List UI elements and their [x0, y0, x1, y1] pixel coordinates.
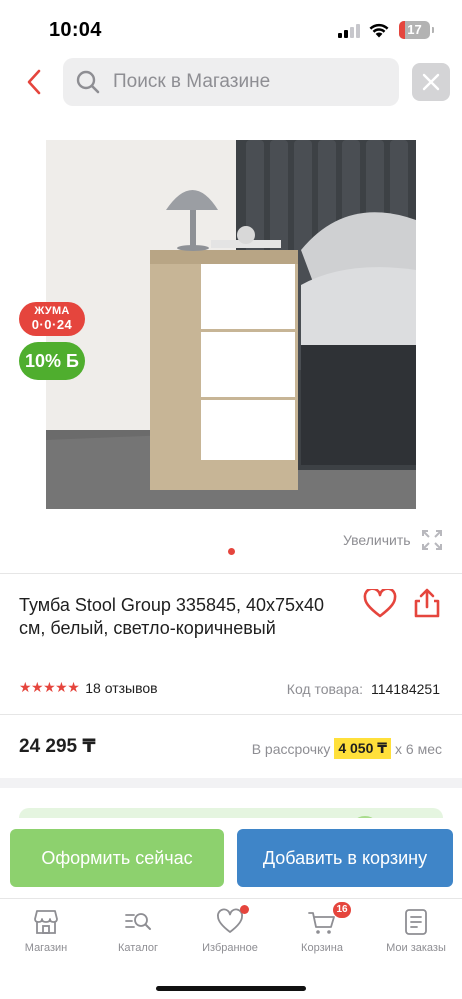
promo-badge: ЖУМА 0·0·24: [19, 302, 85, 336]
battery-cap: [432, 27, 434, 33]
rating[interactable]: ★★★★★ 18 отзывов: [19, 679, 158, 696]
search-input[interactable]: [113, 71, 383, 93]
tab-store[interactable]: Магазин: [0, 907, 92, 954]
installment-prefix: В рассрочку: [251, 740, 331, 757]
favorites-dot: [240, 905, 249, 914]
installment-info[interactable]: В рассрочку 4 050 ₸ х 6 мес: [252, 738, 442, 759]
clear-search-button[interactable]: [412, 63, 450, 101]
tab-favorites[interactable]: Избранное: [184, 905, 276, 954]
tab-cart-label: Корзина: [301, 942, 343, 954]
product-photo: [46, 140, 416, 509]
bonus-badge: 10% Б: [19, 342, 85, 380]
chevron-left-icon: [27, 69, 41, 95]
tab-cart[interactable]: 16 Корзина: [276, 902, 368, 954]
section-divider: [0, 778, 462, 788]
search-icon: [76, 70, 100, 94]
buy-now-button[interactable]: Оформить сейчас: [10, 829, 224, 887]
search-bar[interactable]: [63, 58, 399, 106]
battery-level: 17: [407, 22, 422, 37]
divider: [0, 573, 462, 574]
favorite-heart-icon[interactable]: [363, 589, 397, 619]
promo-badge-title: ЖУМА: [34, 305, 70, 317]
product-price: 24 295 ₸: [19, 736, 96, 757]
orders-icon: [405, 909, 427, 935]
tab-catalog[interactable]: Каталог: [92, 907, 184, 954]
catalog-search-icon: [125, 913, 151, 930]
product-code: Код товара: 114184251: [287, 681, 440, 697]
share-icon[interactable]: [413, 587, 441, 619]
tab-catalog-label: Каталог: [118, 942, 158, 954]
status-bar: 10:04 17: [0, 0, 462, 56]
expand-icon: [421, 530, 442, 550]
promo-badge-timer: 0·0·24: [31, 317, 73, 332]
signal-icon: [338, 24, 360, 38]
product-code-value: 114184251: [370, 681, 440, 697]
installment-amount: 4 050 ₸: [334, 738, 392, 759]
product-image[interactable]: [46, 140, 416, 509]
installment-suffix: х 6 мес: [395, 740, 442, 757]
bottom-actions: Оформить сейчас Добавить в корзину: [0, 818, 462, 900]
add-to-cart-button[interactable]: Добавить в корзину: [237, 829, 453, 887]
rating-stars-icon: ★★★★★: [19, 679, 80, 695]
divider: [0, 714, 462, 715]
product-title: Тумба Stool Group 335845, 40х75х40 см, б…: [19, 595, 325, 638]
close-icon: [422, 73, 440, 91]
tab-store-label: Магазин: [24, 942, 68, 954]
zoom-label: Увеличить: [343, 532, 411, 548]
battery-icon: 17: [399, 21, 430, 39]
tab-orders[interactable]: Мои заказы: [370, 907, 462, 954]
tab-orders-label: Мои заказы: [386, 942, 446, 954]
home-indicator: [156, 986, 306, 991]
zoom-button[interactable]: Увеличить: [343, 528, 444, 552]
store-icon: [34, 910, 58, 934]
product-code-label: Код товара:: [286, 681, 364, 697]
carousel-dot[interactable]: [228, 548, 235, 555]
wifi-icon: [369, 23, 389, 38]
reviews-count: 18 отзывов: [85, 679, 158, 696]
tab-bar: Магазин Каталог Избранное 16 Корзина Мои…: [0, 898, 462, 999]
back-button[interactable]: [18, 63, 50, 101]
tab-favorites-label: Избранное: [202, 942, 258, 954]
status-time: 10:04: [49, 19, 102, 41]
cart-count-badge: 16: [333, 902, 351, 918]
